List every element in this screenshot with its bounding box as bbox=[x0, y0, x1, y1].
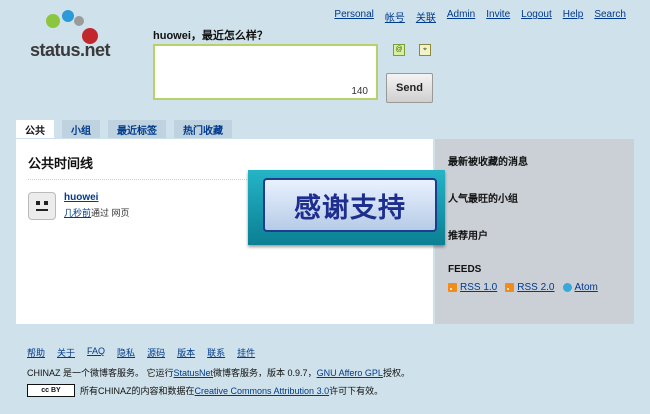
feed-links: RSS 1.0 RSS 2.0 Atom bbox=[448, 282, 598, 293]
avatar[interactable] bbox=[28, 192, 56, 220]
rss-icon bbox=[448, 283, 457, 292]
logo-dot-gray bbox=[74, 16, 84, 26]
top-nav: Personal 帐号 关联 Admin Invite Logout Help … bbox=[334, 9, 626, 24]
send-button[interactable]: Send bbox=[386, 73, 433, 103]
feed-atom[interactable]: Atom bbox=[562, 282, 598, 293]
site-description-pre: CHINAZ 是一个微博客服务。 它运行 bbox=[27, 368, 174, 378]
section-heading-featured-users: 推荐用户 bbox=[448, 231, 488, 242]
feed-rss2-link[interactable]: RSS 2.0 bbox=[517, 282, 554, 293]
timeline-tabs: 公共 小组 最近标签 热门收藏 bbox=[16, 120, 232, 138]
atom-icon bbox=[562, 283, 572, 292]
nav-admin[interactable]: Admin bbox=[447, 9, 475, 24]
page-title: 公共时间线 bbox=[28, 156, 94, 171]
site-brand-name: status.net bbox=[30, 40, 111, 60]
nav-connect[interactable]: 关联 bbox=[416, 9, 436, 24]
tab-popular[interactable]: 热门收藏 bbox=[174, 120, 232, 138]
character-counter: 140 bbox=[351, 86, 368, 97]
rss-icon bbox=[505, 283, 515, 292]
footer-link-about[interactable]: 关于 bbox=[57, 346, 75, 359]
location-icon[interactable]: ⌖ bbox=[419, 44, 431, 56]
license-notice: cc BY 所有CHINAZ的内容和数据在Creative Commons At… bbox=[27, 384, 383, 397]
license-text-pre: 所有CHINAZ的内容和数据在 bbox=[80, 386, 195, 396]
avatar-eye-right bbox=[44, 201, 48, 205]
notice-via-label: 通过 bbox=[91, 208, 110, 218]
tab-public[interactable]: 公共 bbox=[16, 120, 54, 138]
tab-groups[interactable]: 小组 bbox=[62, 120, 100, 138]
avatar-eye-left bbox=[36, 201, 40, 205]
notice-time-link[interactable]: 几秒前 bbox=[64, 208, 91, 218]
site-description-post: 授权。 bbox=[382, 368, 410, 378]
footer-link-source[interactable]: 源码 bbox=[147, 346, 165, 359]
license-text: 所有CHINAZ的内容和数据在Creative Commons Attribut… bbox=[80, 384, 383, 397]
site-logo[interactable]: status.net bbox=[30, 10, 130, 62]
notice-source: 网页 bbox=[111, 208, 130, 218]
cc-license-link[interactable]: Creative Commons Attribution 3.0 bbox=[195, 386, 330, 396]
tab-recent-tags[interactable]: 最近标签 bbox=[108, 120, 166, 138]
feed-rss1-link[interactable]: RSS 1.0 bbox=[460, 282, 497, 293]
footer-link-version[interactable]: 版本 bbox=[177, 346, 195, 359]
avatar-mouth bbox=[36, 209, 48, 211]
license-text-post: 许可下有效。 bbox=[329, 386, 384, 396]
feed-atom-link[interactable]: Atom bbox=[575, 282, 598, 293]
nav-personal[interactable]: Personal bbox=[334, 9, 373, 24]
feed-rss1[interactable]: RSS 1.0 bbox=[448, 282, 497, 293]
notice-meta: 几秒前通过 网页 bbox=[64, 206, 130, 219]
logo-dot-blue bbox=[62, 10, 74, 22]
statusnet-link[interactable]: StatusNet bbox=[174, 368, 214, 378]
nav-invite[interactable]: Invite bbox=[486, 9, 510, 24]
footer-link-badge[interactable]: 挂件 bbox=[237, 346, 255, 359]
footer-nav: 帮助 关于 FAQ 隐私 源码 版本 联系 挂件 bbox=[27, 346, 255, 359]
logo-dot-green bbox=[46, 14, 60, 28]
footer-link-privacy[interactable]: 隐私 bbox=[117, 346, 135, 359]
footer-link-contact[interactable]: 联系 bbox=[207, 346, 225, 359]
nav-help[interactable]: Help bbox=[563, 9, 584, 24]
section-heading-feeds: FEEDS bbox=[448, 264, 482, 275]
site-description: CHINAZ 是一个微博客服务。 它运行StatusNet微博客服务，版本 0.… bbox=[27, 366, 410, 379]
attach-icon[interactable]: @ bbox=[393, 44, 405, 56]
site-description-mid: 微博客服务，版本 0.9.7， bbox=[213, 368, 317, 378]
section-heading-favorited: 最新被收藏的消息 bbox=[448, 157, 528, 168]
section-heading-popular-groups: 人气最旺的小组 bbox=[448, 194, 518, 205]
banner-text: 感谢支持 bbox=[263, 178, 437, 232]
nav-logout[interactable]: Logout bbox=[521, 9, 552, 24]
footer-link-help[interactable]: 帮助 bbox=[27, 346, 45, 359]
creative-commons-badge[interactable]: cc BY bbox=[27, 384, 75, 397]
footer-link-faq[interactable]: FAQ bbox=[87, 346, 105, 359]
notice-prompt: huowei，最近怎么样？ bbox=[153, 30, 268, 42]
nav-account[interactable]: 帐号 bbox=[385, 9, 405, 24]
sidebar: 最新被收藏的消息 人气最旺的小组 推荐用户 FEEDS RSS 1.0 RSS … bbox=[435, 139, 634, 324]
nav-search[interactable]: Search bbox=[594, 9, 626, 24]
notice-author-link[interactable]: huowei bbox=[64, 192, 98, 203]
agpl-link[interactable]: GNU Affero GPL bbox=[317, 368, 383, 378]
feed-rss2[interactable]: RSS 2.0 bbox=[505, 282, 555, 293]
notice-textarea[interactable]: 140 bbox=[153, 44, 378, 100]
thanks-banner: 感谢支持 bbox=[248, 170, 445, 245]
